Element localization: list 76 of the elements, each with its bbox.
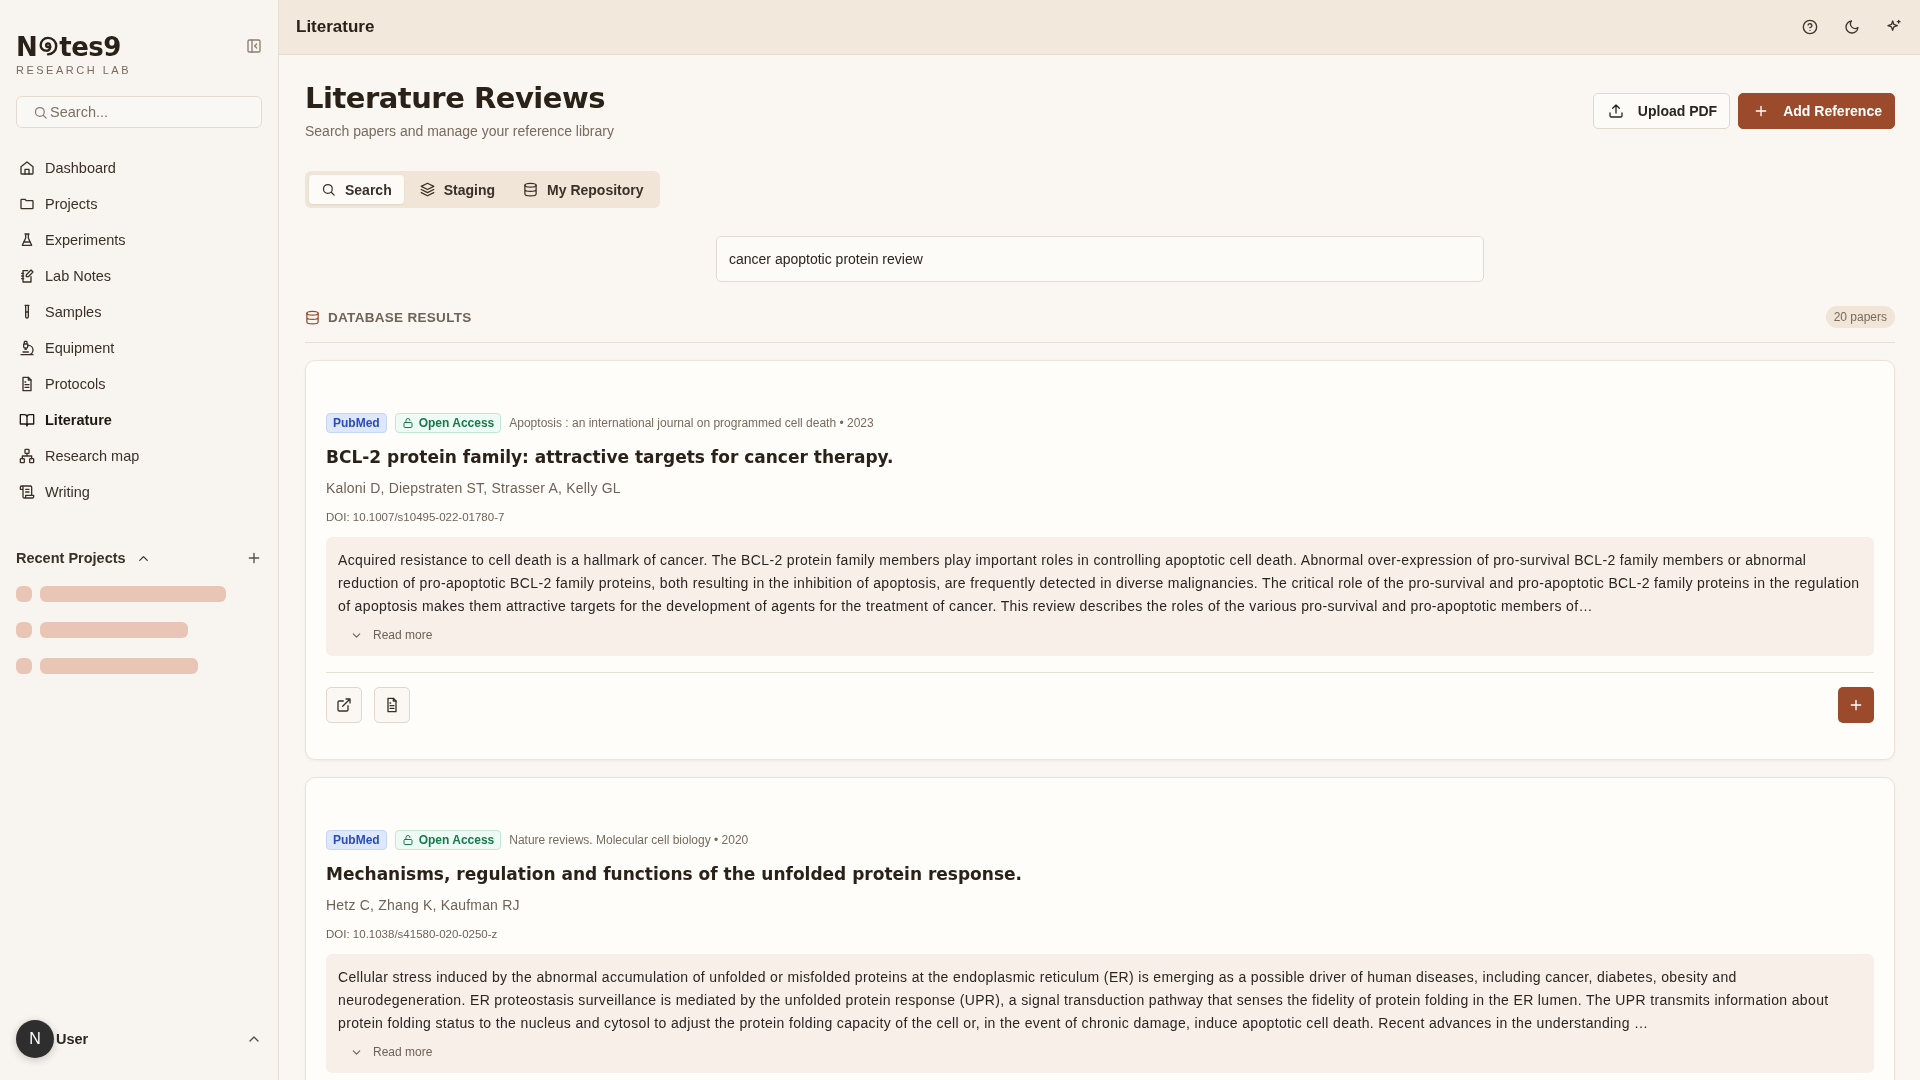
upload-icon [1607,103,1624,119]
loading-placeholder [16,622,32,638]
paper-authors: Kaloni D, Diepstraten ST, Strasser A, Kelly GL [326,480,622,496]
source-badge: PubMed [326,413,387,433]
source-badge: PubMed [326,830,387,850]
layers-icon [419,182,435,197]
recent-projects-toggle[interactable]: Recent Projects [16,550,151,566]
plus-icon [1848,697,1864,713]
user-name: User [56,1031,90,1047]
lock-icon [401,417,414,429]
nav-item[interactable]: Literature [16,402,262,438]
result-count-badge: 20 papers [1825,306,1895,328]
paper-title[interactable]: Mechanisms, regulation and functions of the unfolded protein response. [326,864,1874,884]
paper-title[interactable]: BCL-2 protein family: attractive targets for cancer therapy. [326,447,1874,467]
tab[interactable]: Search [309,175,404,204]
search-field[interactable]: cancer apoptotic protein review [716,236,1484,282]
paper-doi: DOI: 10.1007/s10495-022-01780-7 [326,511,506,523]
help-icon [1802,19,1818,35]
nav-item[interactable]: Dashboard [16,150,262,186]
page-title: Literature Reviews [305,81,606,115]
page-subtitle: Search papers and manage your reference library [305,123,614,139]
tab[interactable]: My Repository [511,175,656,204]
add-reference-button[interactable]: Add Reference [1738,93,1895,129]
nav-item[interactable]: Projects [16,186,262,222]
logo-subtitle: RESEARCH LAB [16,64,131,76]
nav-item[interactable]: Samples [16,294,262,330]
page-breadcrumb: Literature [296,17,375,37]
add-project-button[interactable] [246,550,262,566]
journal-info: Nature reviews. Molecular cell biology • 2020 [509,833,749,847]
moon-icon [1844,19,1860,35]
document-icon [19,376,35,392]
folder-icon [19,196,35,212]
spiral-logo-icon [37,36,60,58]
lock-icon [401,834,414,846]
search-field[interactable]: Search... [16,96,262,128]
user-avatar[interactable]: N [16,1020,54,1058]
open-access-badge: Open Access [394,830,502,850]
nav-item[interactable]: Lab Notes [16,258,262,294]
paper-doi: DOI: 10.1038/s41580-020-0250-z [326,928,499,940]
tab[interactable]: Staging [407,175,508,204]
nav-item[interactable]: Writing [16,474,262,510]
logo-text: N [16,32,38,62]
read-more-link[interactable]: Read more [350,1045,433,1059]
loading-placeholder [16,658,32,674]
read-more-link[interactable]: Read more [350,628,433,642]
nav-item[interactable]: Equipment [16,330,262,366]
nav-item[interactable]: Protocols [16,366,262,402]
book-icon [19,412,35,428]
paper-authors: Hetz C, Zhang K, Kaufman RJ [326,897,521,913]
database-icon [523,182,539,197]
section-title: DATABASE RESULTS [328,309,472,325]
search-icon [321,182,336,197]
document-button[interactable] [374,687,410,723]
upload-button[interactable]: Upload PDF [1592,93,1731,129]
database-icon [305,309,320,325]
plus-icon [246,550,262,566]
open-link-button[interactable] [326,687,362,723]
microscope-icon [19,340,35,356]
logo-text: tes9 [59,32,121,62]
nav-item[interactable]: Research map [16,438,262,474]
scroll-icon [19,484,35,500]
loading-placeholder [16,586,32,602]
add-paper-button[interactable] [1838,687,1874,723]
flask-icon [19,232,35,248]
search-icon [33,105,48,120]
abstract-text: Acquired resistance to cell death is a hallmark of cancer. The BCL-2 protein family members play important roles in controlling apoptotic cell death. Abnormal over-expression of pro-survival BCL-2 family members or abnormal reduction of pro-apoptotic BCL-2 family proteins, both resulting in the inhibition of apoptosis, are frequently detected in diverse malignancies. The critical role of the pro-survival and pro-apoptotic BCL-2 family proteins in the regulation of apoptosis makes them attractive targets for the development of agents for the treatment of cancer. This review describes the roles of the various pro-survival and pro-apoptotic members of… [338,551,1861,616]
document-icon [384,697,400,713]
notebook-icon [19,268,35,284]
network-icon [19,448,35,464]
external-link-icon [336,697,352,713]
journal-info: Apoptosis : an international journal on programmed cell death • 2023 [509,416,874,430]
open-access-badge: Open Access [394,413,502,433]
nav-item[interactable]: Experiments [16,222,262,258]
abstract-text: Cellular stress induced by the abnormal accumulation of unfolded or misfolded proteins at the endoplasmic reticulum (ER) is emerging as a possible driver of human diseases, including cancer, diabetes, obesity and neurodegeneration. ER proteostasis surveillance is mediated by the unfolded protein response (UPR), a signal transduction pathway that senses the fidelity of protein folding in the ER lumen. The UPR transmits information about protein folding status to the nucleus and cytosol to adjust the protein folding capacity of the cell or, in the event of chronic damage, induce apoptotic cell death. Recent advances in the understanding … [338,968,1830,1033]
home-icon [19,160,35,176]
panel-icon [246,38,262,54]
